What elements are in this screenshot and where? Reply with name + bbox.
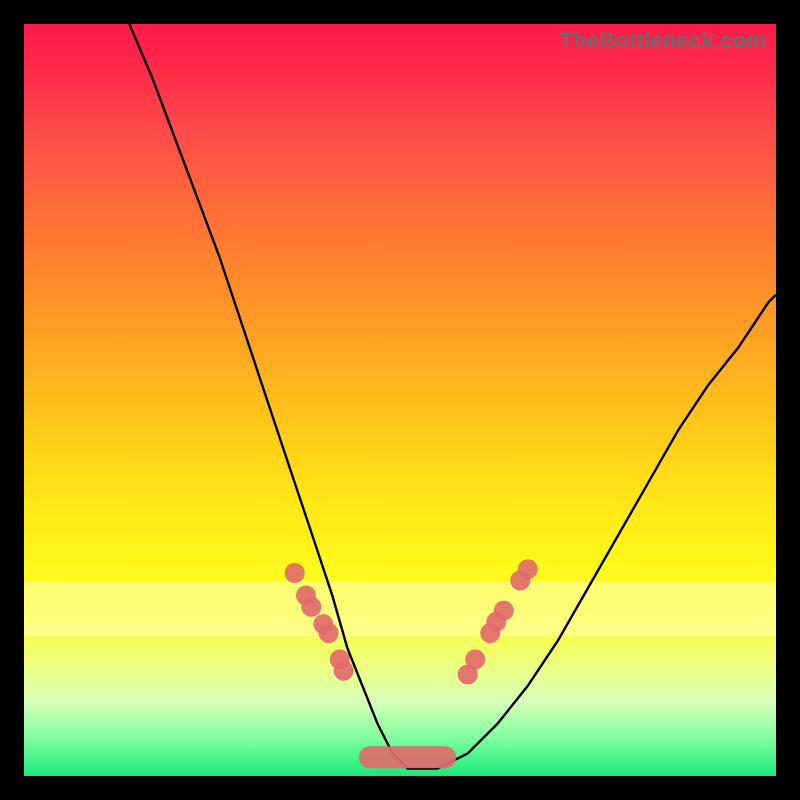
curve-dot [313,614,333,634]
curve-dots-right [458,559,538,684]
curve-dot [465,649,485,669]
bottleneck-curve [129,24,776,769]
watermark-text: TheBottleneck.com [560,28,766,54]
curve-dot [494,601,514,621]
chart-svg [24,24,776,776]
curve-dot [334,661,354,681]
chart-frame: TheBottleneck.com [24,24,776,776]
curve-dot [285,563,305,583]
curve-dot [518,559,538,579]
curve-dot [301,597,321,617]
curve-dots-left [285,563,354,681]
